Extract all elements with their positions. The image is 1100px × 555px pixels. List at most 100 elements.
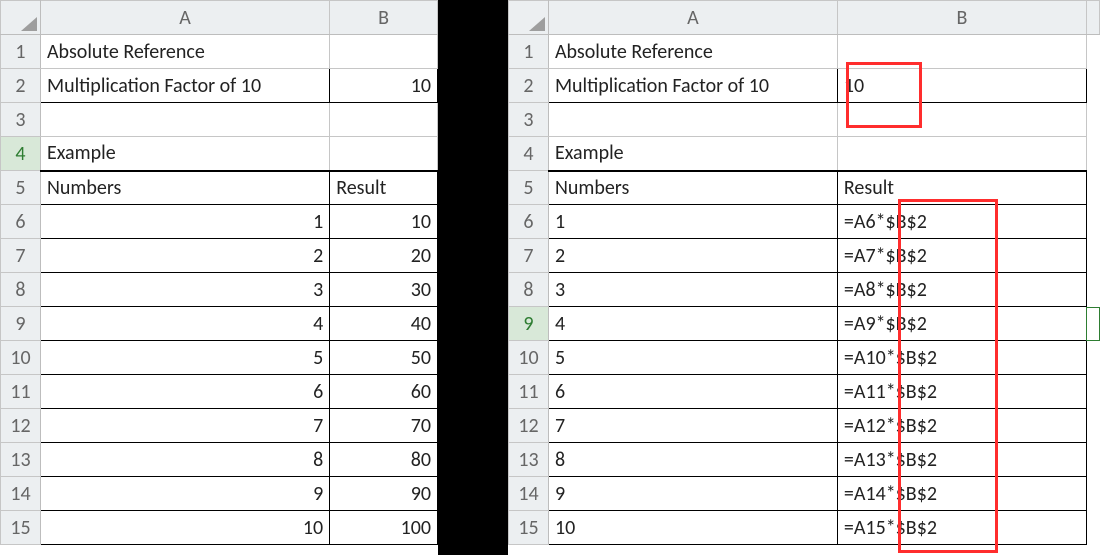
cell-a6[interactable]: 1 [548,205,837,239]
cell-b5[interactable]: Result [837,171,1086,205]
cell-c13[interactable] [1086,443,1099,477]
row-header-10[interactable]: 10 [509,341,549,375]
row-header-6[interactable]: 6 [509,205,549,239]
cell-c15[interactable] [1086,511,1099,545]
cell-b8[interactable]: =A8*$B$2 [837,273,1086,307]
cell-a13[interactable]: 8 [40,443,329,477]
row-header-14[interactable]: 14 [509,477,549,511]
cell-b5[interactable]: Result [330,171,438,205]
cell-c10[interactable] [1086,341,1099,375]
cell-a7[interactable]: 2 [548,239,837,273]
col-header-b[interactable]: B [837,1,1086,35]
cell-a3[interactable] [40,103,329,137]
cell-c8[interactable] [1086,273,1099,307]
cell-a8[interactable]: 3 [548,273,837,307]
cell-a11[interactable]: 6 [548,375,837,409]
cell-a6[interactable]: 1 [40,205,329,239]
row-header-4[interactable]: 4 [509,137,549,171]
cell-b3[interactable] [330,103,438,137]
row-header-7[interactable]: 7 [509,239,549,273]
cell-c1[interactable] [1086,35,1099,69]
cell-b10[interactable]: 50 [330,341,438,375]
cell-c14[interactable] [1086,477,1099,511]
cell-c2[interactable] [1086,69,1099,103]
cell-c7[interactable] [1086,239,1099,273]
cell-a8[interactable]: 3 [40,273,329,307]
row-header-13[interactable]: 13 [1,443,41,477]
cell-a2[interactable]: Multiplication Factor of 10 [40,69,329,103]
cell-c9[interactable] [1086,307,1099,341]
col-header-c[interactable] [1086,1,1099,35]
cell-a5[interactable]: Numbers [548,171,837,205]
col-header-a[interactable]: A [40,1,329,35]
row-header-8[interactable]: 8 [1,273,41,307]
cell-b15[interactable]: 100 [330,511,438,545]
cell-b4[interactable] [837,137,1086,171]
cell-a4[interactable]: Example [40,137,329,171]
cell-c5[interactable] [1086,171,1099,205]
cell-b14[interactable]: 90 [330,477,438,511]
cell-a15[interactable]: 10 [40,511,329,545]
cell-b12[interactable]: =A12*$B$2 [837,409,1086,443]
cell-b9[interactable]: =A9*$B$2 [837,307,1086,341]
cell-c3[interactable] [1086,103,1099,137]
col-header-b[interactable]: B [330,1,438,35]
row-header-1[interactable]: 1 [1,35,41,69]
cell-b13[interactable]: 80 [330,443,438,477]
cell-b6[interactable]: =A6*$B$2 [837,205,1086,239]
cell-b7[interactable]: =A7*$B$2 [837,239,1086,273]
cell-a5[interactable]: Numbers [40,171,329,205]
cell-b11[interactable]: =A11*$B$2 [837,375,1086,409]
cell-a14[interactable]: 9 [548,477,837,511]
row-header-6[interactable]: 6 [1,205,41,239]
cell-a9[interactable]: 4 [40,307,329,341]
row-header-11[interactable]: 11 [509,375,549,409]
cell-b3[interactable] [837,103,1086,137]
col-header-a[interactable]: A [548,1,837,35]
row-header-14[interactable]: 14 [1,477,41,511]
cell-a12[interactable]: 7 [40,409,329,443]
cell-c4[interactable] [1086,137,1099,171]
cell-b6[interactable]: 10 [330,205,438,239]
cell-b10[interactable]: =A10*$B$2 [837,341,1086,375]
row-header-7[interactable]: 7 [1,239,41,273]
row-header-15[interactable]: 15 [1,511,41,545]
cell-a3[interactable] [548,103,837,137]
row-header-1[interactable]: 1 [509,35,549,69]
select-all-corner[interactable] [1,1,41,35]
row-header-5[interactable]: 5 [1,171,41,205]
cell-b4[interactable] [330,137,438,171]
cell-a7[interactable]: 2 [40,239,329,273]
row-header-13[interactable]: 13 [509,443,549,477]
cell-a15[interactable]: 10 [548,511,837,545]
cell-b12[interactable]: 70 [330,409,438,443]
row-header-12[interactable]: 12 [1,409,41,443]
cell-a9[interactable]: 4 [548,307,837,341]
cell-a12[interactable]: 7 [548,409,837,443]
cell-a13[interactable]: 8 [548,443,837,477]
cell-b2[interactable]: 10 [837,69,1086,103]
cell-a2[interactable]: Multiplication Factor of 10 [548,69,837,103]
select-all-corner[interactable] [509,1,549,35]
cell-a10[interactable]: 5 [40,341,329,375]
row-header-4[interactable]: 4 [1,137,41,171]
row-header-2[interactable]: 2 [1,69,41,103]
row-header-5[interactable]: 5 [509,171,549,205]
cell-a1[interactable]: Absolute Reference [548,35,837,69]
cell-a1[interactable]: Absolute Reference [40,35,329,69]
row-header-11[interactable]: 11 [1,375,41,409]
cell-a11[interactable]: 6 [40,375,329,409]
cell-b2[interactable]: 10 [330,69,438,103]
row-header-8[interactable]: 8 [509,273,549,307]
row-header-2[interactable]: 2 [509,69,549,103]
cell-b7[interactable]: 20 [330,239,438,273]
row-header-9[interactable]: 9 [509,307,549,341]
cell-c6[interactable] [1086,205,1099,239]
cell-a14[interactable]: 9 [40,477,329,511]
row-header-15[interactable]: 15 [509,511,549,545]
cell-b1[interactable] [330,35,438,69]
cell-a4[interactable]: Example [548,137,837,171]
cell-c11[interactable] [1086,375,1099,409]
cell-b14[interactable]: =A14*$B$2 [837,477,1086,511]
row-header-3[interactable]: 3 [1,103,41,137]
